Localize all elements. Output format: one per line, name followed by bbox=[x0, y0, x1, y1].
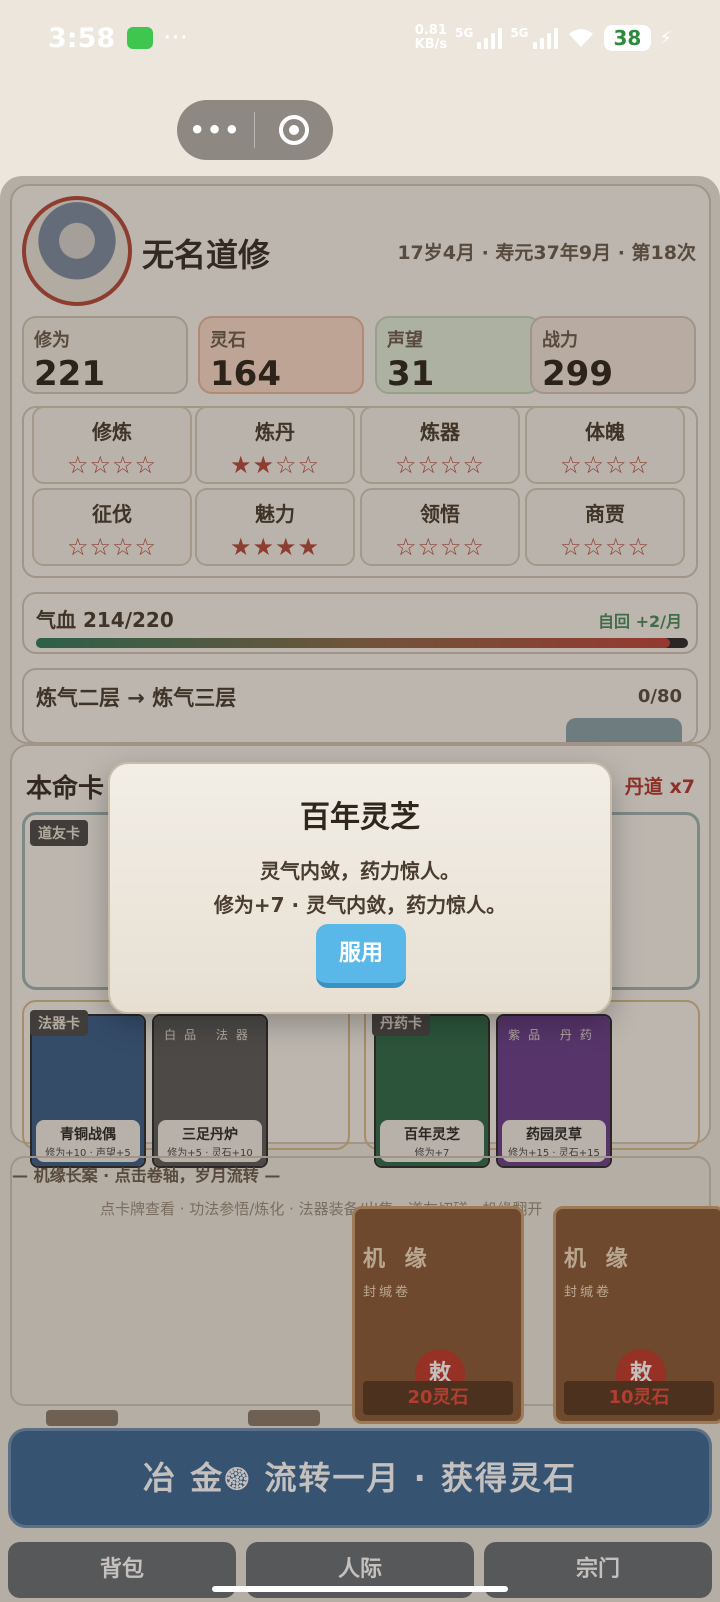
network-speed: 0.81 KB/s bbox=[414, 23, 448, 52]
signal-icon bbox=[477, 27, 503, 49]
miniprogram-capsule: ••• bbox=[177, 100, 333, 160]
wifi-icon bbox=[568, 29, 593, 47]
use-item-button[interactable]: 服用 bbox=[316, 924, 406, 988]
wechat-icon bbox=[127, 27, 154, 49]
network-type-2: 5G bbox=[510, 26, 529, 40]
status-time: 3:58 bbox=[48, 22, 116, 54]
status-bar: 3:58 ··· 0.81 KB/s 5G 5G 38 ⚡ bbox=[0, 0, 720, 76]
more-notifications-icon: ··· bbox=[163, 23, 188, 53]
modal-description: 灵气内敛，药力惊人。 修为+7 · 灵气内敛，药力惊人。 bbox=[213, 859, 507, 917]
charging-icon: ⚡ bbox=[659, 27, 672, 49]
close-miniprogram-button[interactable] bbox=[255, 115, 332, 145]
battery-icon: 38 bbox=[603, 25, 652, 51]
more-menu-icon[interactable]: ••• bbox=[177, 116, 254, 144]
modal-title: 百年灵芝 bbox=[300, 800, 420, 835]
home-indicator[interactable] bbox=[212, 1586, 508, 1592]
close-ring-icon bbox=[278, 115, 309, 145]
network-type: 5G bbox=[455, 26, 474, 40]
signal-icon-2 bbox=[532, 27, 558, 49]
item-detail-modal: 百年灵芝 灵气内敛，药力惊人。 修为+7 · 灵气内敛，药力惊人。 服用 bbox=[108, 762, 612, 1014]
